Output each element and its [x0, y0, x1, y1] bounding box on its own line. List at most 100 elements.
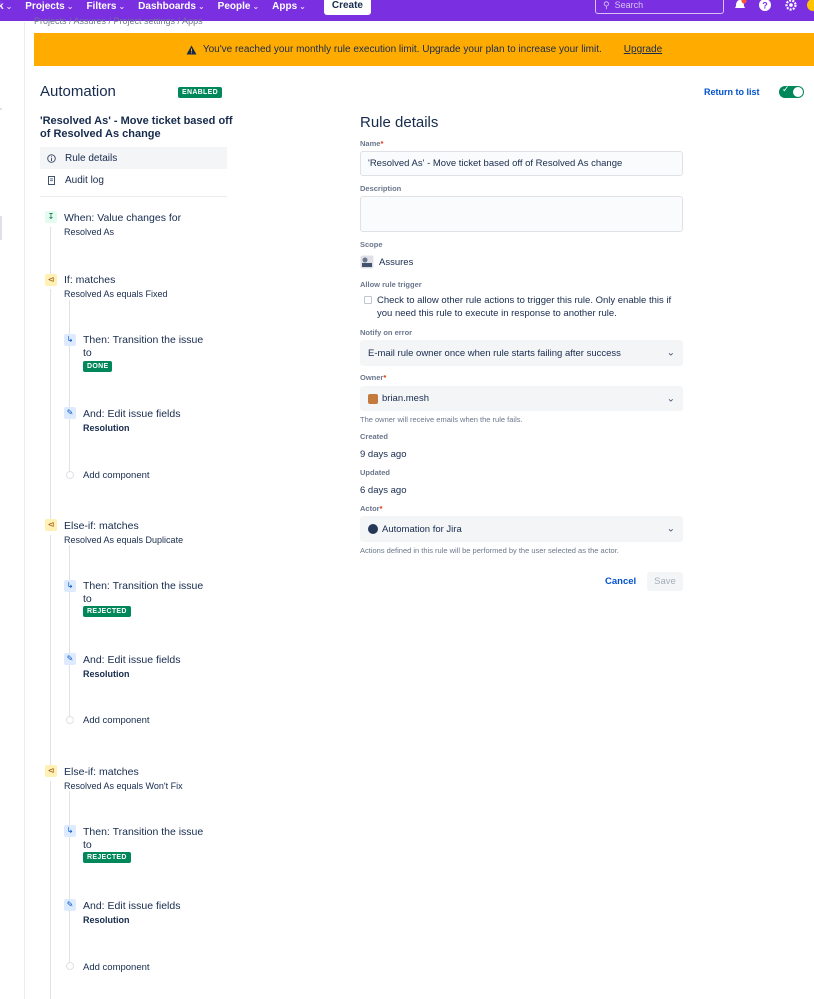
rule-enabled-toggle[interactable]: ✓	[779, 84, 804, 98]
component-subtitle: Resolution	[83, 423, 130, 433]
owner-label: Owner*	[360, 373, 386, 382]
add-component-dot	[66, 962, 74, 970]
pencil-icon: ✎	[64, 899, 76, 911]
chevron-down-icon: ⌄	[5, 1, 13, 11]
avatar[interactable]	[806, 0, 814, 12]
component-subtitle: Resolved As equals Duplicate	[64, 535, 184, 545]
timeline-connector	[69, 300, 70, 475]
select-value: E-mail rule owner once when rule starts …	[368, 347, 621, 359]
nav-item-k[interactable]: k ⌄	[0, 1, 12, 12]
condition-icon: ⊲	[45, 519, 57, 531]
allow-rule-trigger-checkbox[interactable]	[364, 296, 372, 304]
chevron-down-icon: ⌄	[118, 1, 126, 11]
name-label: Name*	[360, 139, 383, 148]
save-button[interactable]: Save	[647, 572, 683, 591]
chevron-down-icon: ⌄	[66, 1, 74, 11]
label-text: Name	[360, 139, 381, 148]
create-button[interactable]: Create	[323, 0, 371, 15]
side-menu-label: Audit log	[65, 174, 104, 186]
nav-item-people[interactable]: People ⌄	[218, 1, 260, 12]
help-icon[interactable]: ?	[758, 0, 772, 12]
condition-icon: ⊲	[45, 765, 57, 777]
left-marker	[0, 108, 2, 110]
component-title: And: Edit issue fields	[83, 900, 181, 912]
select-value: brian.mesh	[382, 393, 429, 404]
name-field[interactable]: 'Resolved As' - Move ticket based off of…	[360, 151, 683, 176]
updated-value: 6 days ago	[360, 485, 407, 496]
actor-select[interactable]: Automation for Jira ⌄	[360, 516, 683, 542]
chevron-down-icon: ⌄	[666, 523, 675, 535]
component-subtitle: Resolved As	[64, 227, 115, 237]
component-title-continued: to	[83, 839, 92, 851]
nav-item-label: k	[0, 0, 4, 12]
component-title: When: Value changes for	[64, 212, 182, 224]
side-menu-rule-details[interactable]: Rule details	[40, 147, 227, 169]
scope-label: Scope	[360, 240, 383, 249]
nav-item-dashboards[interactable]: Dashboards ⌄	[138, 1, 205, 12]
owner-select[interactable]: brian.mesh ⌄	[360, 386, 683, 411]
timeline-connector	[50, 535, 51, 765]
status-lozenge-rejected: REJECTED	[83, 606, 131, 617]
component-title: Else-if: matches	[64, 766, 139, 778]
nav-item-filters[interactable]: Filters ⌄	[86, 1, 125, 12]
notifications-icon[interactable]	[733, 0, 747, 12]
description-field[interactable]	[360, 196, 683, 232]
project-icon	[360, 255, 374, 269]
nav-item-projects[interactable]: Projects ⌄	[25, 1, 73, 12]
search-input[interactable]: ⚲ Search	[595, 0, 724, 14]
chevron-down-icon: ⌄	[197, 1, 205, 11]
document-icon	[48, 175, 55, 185]
notify-on-error-select[interactable]: E-mail rule owner once when rule starts …	[360, 340, 683, 366]
status-badge: ENABLED	[178, 87, 222, 98]
add-component-button[interactable]: Add component	[83, 470, 150, 481]
search-placeholder: Search	[614, 0, 644, 10]
component-subtitle: Resolution	[83, 915, 130, 925]
created-label: Created	[360, 432, 388, 441]
transition-icon: ↳	[64, 825, 76, 837]
label-text: Actor	[360, 504, 380, 513]
execution-limit-banner: You've reached your monthly rule executi…	[34, 33, 814, 66]
nav-item-label: Filters	[86, 0, 117, 12]
nav-item-label: Dashboards	[138, 0, 196, 12]
nav-item-apps[interactable]: Apps ⌄	[272, 1, 306, 12]
add-component-dot	[66, 716, 74, 724]
chevron-down-icon: ⌄	[666, 347, 675, 359]
add-component-button[interactable]: Add component	[83, 962, 150, 973]
timeline-connector	[50, 289, 51, 519]
gear-icon[interactable]	[784, 0, 798, 12]
info-icon	[47, 153, 56, 163]
breadcrumb[interactable]: Projects / Assures / Project settings / …	[34, 16, 203, 26]
cancel-button[interactable]: Cancel	[600, 572, 641, 591]
description-label: Description	[360, 184, 402, 193]
component-title: And: Edit issue fields	[83, 654, 181, 666]
trigger-icon: ↧	[45, 211, 57, 223]
left-border	[24, 22, 25, 999]
timeline-connector	[69, 791, 70, 966]
component-title-continued: to	[83, 347, 92, 359]
allow-rule-trigger-text: Check to allow other rule actions to tri…	[377, 295, 672, 319]
status-lozenge-rejected: REJECTED	[83, 852, 131, 863]
status-lozenge-done: DONE	[83, 361, 113, 372]
allow-rule-trigger-label: Allow rule trigger	[360, 280, 422, 289]
label-text: Owner	[360, 373, 384, 382]
select-value: Automation for Jira	[382, 523, 462, 535]
return-to-list-link[interactable]: Return to list	[704, 87, 760, 97]
component-title: Then: Transition the issue	[83, 580, 204, 592]
upgrade-link[interactable]: Upgrade	[624, 44, 662, 55]
rule-name: 'Resolved As' - Move ticket based off of…	[40, 115, 233, 140]
nav-item-label: Apps	[272, 0, 298, 12]
component-title: Then: Transition the issue	[83, 826, 204, 838]
add-component-button[interactable]: Add component	[83, 715, 150, 726]
nav-item-label: People	[217, 0, 251, 12]
component-subtitle: Resolved As equals Fixed	[64, 289, 168, 299]
required-marker: *	[383, 373, 387, 382]
add-component-dot	[66, 471, 74, 479]
chevron-down-icon: ⌄	[666, 393, 675, 404]
side-menu-audit-log[interactable]: Audit log	[40, 169, 227, 191]
banner-message: You've reached your monthly rule executi…	[202, 44, 602, 55]
actor-helper-text: Actions defined in this rule will be per…	[360, 546, 619, 555]
scope-value: Assures	[360, 255, 413, 269]
condition-icon: ⊲	[45, 274, 57, 286]
nav-item-label: Projects	[25, 0, 65, 12]
required-marker: *	[379, 504, 383, 513]
